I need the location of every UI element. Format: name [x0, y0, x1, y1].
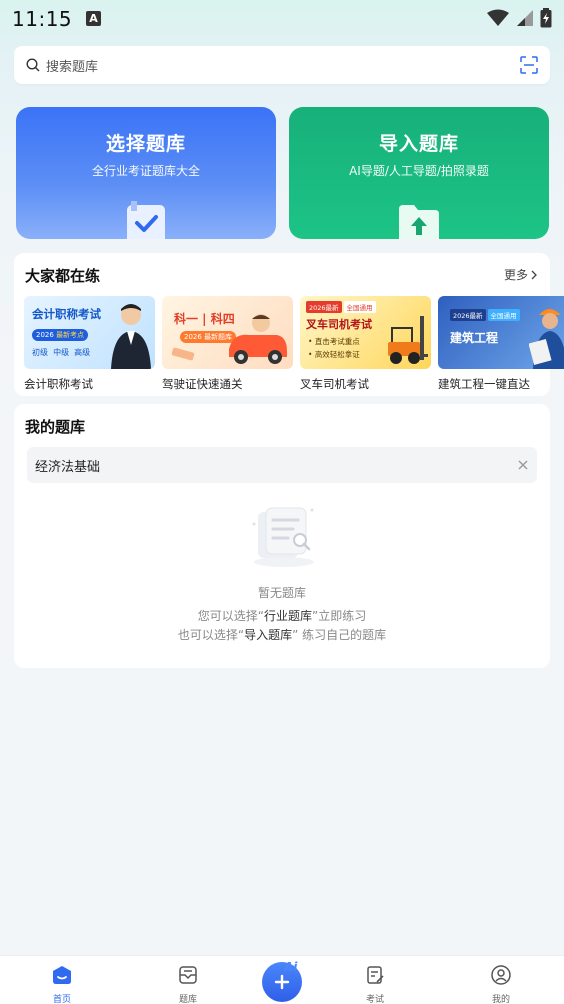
course-name: 建筑工程一键直达 [438, 377, 530, 391]
my-bank-section: 我的题库 经济法基础 暂无题库 您可以选择“行业题库”立即练习 也可以选择“导入… [14, 404, 550, 668]
thumb-badge-year: 2026最新 [450, 309, 486, 321]
thumb-title: 建筑工程 [450, 331, 499, 345]
thumb-badge-year: 2026最新 [306, 301, 342, 313]
thumb-point: • 高效轻松拿证 [308, 350, 360, 359]
checklist-icon [127, 201, 165, 239]
thumb-badge: 2026最新 全国通用 [306, 301, 376, 313]
nav-profile[interactable]: 我的 [471, 964, 531, 1004]
empty-title: 暂无题库 [257, 586, 306, 600]
empty-hint-line-2: 也可以选择“导入题库” 练习自己的题库 [14, 626, 550, 643]
popular-section: 大家都在练 更多 会计职称考试 2026 最新考点 初级 中级 高级 会计职称考… [14, 253, 564, 396]
hint-text: 也可以选择“ [177, 628, 245, 642]
nav-label: 我的 [491, 995, 510, 1004]
thumb-badge-year: 2026 [184, 333, 202, 341]
thumb-badge-text: 全国通用 [343, 301, 376, 313]
notification-icon: A [86, 11, 101, 26]
profile-icon [491, 965, 511, 985]
nav-label: 首页 [52, 995, 71, 1004]
empty-state-icon [252, 507, 314, 567]
thumb-title: 叉车司机考试 [306, 318, 372, 331]
person-image [111, 304, 151, 369]
more-label: 更多 [503, 268, 528, 282]
filter-text: 经济法基础 [35, 459, 101, 475]
nav-label: 题库 [178, 995, 197, 1004]
nav-exam[interactable]: 考试 [345, 964, 405, 1004]
close-icon[interactable] [517, 459, 529, 471]
card-title: 导入题库 [378, 133, 459, 155]
hint-industry-bank-link[interactable]: 行业题库 [264, 609, 312, 623]
thumb-point-text: 高效轻松拿证 [314, 350, 360, 359]
ai-icon: Ai [284, 960, 298, 973]
hint-text: ”立即练习 [312, 609, 367, 623]
worker-image [529, 309, 564, 369]
upload-folder-icon [399, 205, 439, 239]
thumb-levels: 初级 中级 高级 [32, 348, 91, 357]
filter-chip[interactable]: 经济法基础 [27, 447, 537, 483]
hint-text: 您可以选择“ [197, 609, 264, 623]
battery-icon [540, 8, 552, 28]
course-name: 驾驶证快速通关 [162, 377, 243, 391]
course-thumbnail: 会计职称考试 2026 最新考点 初级 中级 高级 [24, 296, 155, 369]
nav-question-bank[interactable]: 题库 [158, 964, 218, 1004]
bottom-nav: 首页 题库 Ai 考试 我的 [0, 955, 564, 1004]
wifi-icon [487, 9, 509, 26]
section-title: 我的题库 [25, 418, 86, 436]
thumb-point-text: 直击考试重点 [314, 337, 360, 346]
forklift-image [388, 316, 428, 364]
search-placeholder: 搜索题库 [46, 59, 99, 75]
section-title: 大家都在练 [25, 267, 101, 285]
nav-home[interactable]: 首页 [32, 964, 92, 1004]
thumb-point: • 直击考试重点 [308, 337, 360, 346]
course-thumbnail: 2026最新 全国通用 建筑工程 [438, 296, 564, 369]
chevron-right-icon [531, 270, 537, 279]
course-item[interactable]: 2026最新 全国通用 建筑工程 建筑工程一键直达 [438, 296, 564, 392]
course-thumbnail: 科一 | 科四 2026 最新题库 [162, 296, 293, 369]
signal-icon [517, 10, 533, 26]
search-icon [26, 58, 40, 72]
more-link[interactable]: 更多 [504, 266, 538, 283]
thumb-badge: 2026 最新考点 [32, 329, 89, 341]
course-name: 会计职称考试 [24, 377, 93, 391]
card-subtitle: AI导题/人工导题/拍照录题 [349, 164, 489, 178]
status-bar: 11:15 A [0, 0, 564, 38]
plus-icon [274, 974, 290, 990]
course-item[interactable]: 会计职称考试 2026 最新考点 初级 中级 高级 会计职称考试 [24, 296, 155, 392]
thumb-badge: 2026最新 全国通用 [450, 309, 520, 321]
car-image [229, 314, 287, 364]
pencil-image [171, 347, 195, 361]
thumb-title: 会计职称考试 [32, 307, 101, 321]
course-name: 叉车司机考试 [300, 377, 369, 391]
import-bank-card[interactable]: 导入题库 AI导题/人工导题/拍照录题 [289, 107, 549, 239]
thumb-badge-text: 全国通用 [487, 309, 520, 321]
hint-import-bank-link[interactable]: 导入题库 [244, 628, 292, 642]
card-subtitle: 全行业考证题库大全 [91, 164, 200, 178]
nav-label: 考试 [365, 995, 384, 1004]
home-icon [53, 966, 71, 984]
empty-hint-line-1: 您可以选择“行业题库”立即练习 [14, 607, 550, 624]
course-thumbnail: 2026最新 全国通用 叉车司机考试 • 直击考试重点 • 高效轻松拿证 [300, 296, 431, 369]
status-icons [486, 8, 552, 28]
scan-icon[interactable] [520, 56, 538, 74]
thumb-badge-text: 最新考点 [56, 331, 85, 339]
course-list: 会计职称考试 2026 最新考点 初级 中级 高级 会计职称考试 科一 | 科四 [24, 296, 564, 392]
status-time: 11:15 [12, 7, 73, 31]
search-bar[interactable]: 搜索题库 [14, 46, 550, 84]
course-item[interactable]: 科一 | 科四 2026 最新题库 驾驶证快速通关 [162, 296, 293, 392]
exam-icon [367, 966, 384, 984]
course-item[interactable]: 2026最新 全国通用 叉车司机考试 • 直击考试重点 • 高效轻松拿证 叉车司… [300, 296, 431, 392]
thumb-badge-year: 2026 [36, 331, 54, 339]
question-bank-icon [179, 966, 197, 984]
hint-text: ” 练习自己的题库 [292, 628, 387, 642]
svg-text:Ai: Ai [284, 960, 298, 973]
card-title: 选择题库 [105, 133, 186, 155]
select-bank-card[interactable]: 选择题库 全行业考证题库大全 [16, 107, 276, 239]
